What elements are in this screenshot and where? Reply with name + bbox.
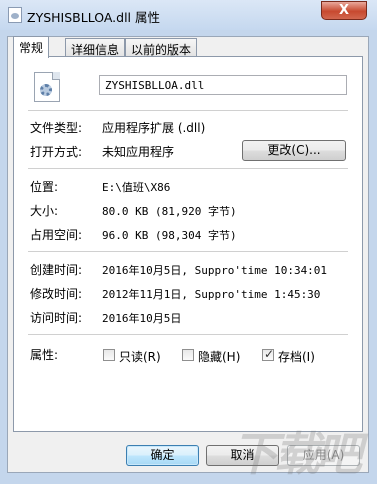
file-type-value: 应用程序扩展 (.dll) (102, 121, 206, 135)
gear-icon (40, 84, 52, 96)
size-on-disk-value: 96.0 KB (98,304 字节) (102, 229, 237, 242)
attributes-label: 属性: (30, 348, 59, 362)
tab-details[interactable]: 详细信息 (65, 38, 126, 57)
general-tab-page (13, 56, 363, 432)
size-on-disk-label: 占用空间: (30, 228, 83, 242)
tab-previous-versions[interactable]: 以前的版本 (125, 38, 198, 57)
change-button[interactable]: 更改(C)... (242, 140, 346, 161)
tab-general[interactable]: 常规 (13, 36, 50, 58)
divider (28, 334, 348, 336)
created-value: 2016年10月5日, Suppro'time 10:34:01 (102, 264, 328, 277)
file-name-input[interactable]: ZYSHISBLLOA.dll (99, 75, 347, 95)
dll-file-icon (34, 72, 60, 102)
location-label: 位置: (30, 180, 59, 194)
divider (28, 110, 348, 112)
checkmark-icon: ✓ (264, 347, 275, 361)
modified-label: 修改时间: (30, 287, 83, 301)
size-value: 80.0 KB (81,920 字节) (102, 205, 237, 218)
size-label: 大小: (30, 204, 59, 218)
close-button[interactable]: X (321, 1, 367, 20)
accessed-label: 访问时间: (30, 311, 83, 325)
open-with-label: 打开方式: (30, 145, 83, 159)
ok-button[interactable]: 确定 (126, 445, 199, 466)
file-icon (8, 7, 22, 23)
accessed-value: 2016年10月5日 (102, 312, 182, 325)
window-title: ZYSHISBLLOA.dll 属性 (27, 10, 160, 25)
file-type-label: 文件类型: (30, 121, 83, 135)
open-with-value: 未知应用程序 (102, 145, 175, 159)
watermark: 下载吧 (232, 427, 362, 481)
location-value: E:\值班\X86 (102, 181, 171, 194)
divider (28, 251, 348, 253)
modified-value: 2012年11月1日, Suppro'time 1:45:30 (102, 288, 321, 301)
title-bar: ZYSHISBLLOA.dll 属性 X (0, 0, 377, 30)
divider (28, 168, 348, 170)
created-label: 创建时间: (30, 263, 83, 277)
